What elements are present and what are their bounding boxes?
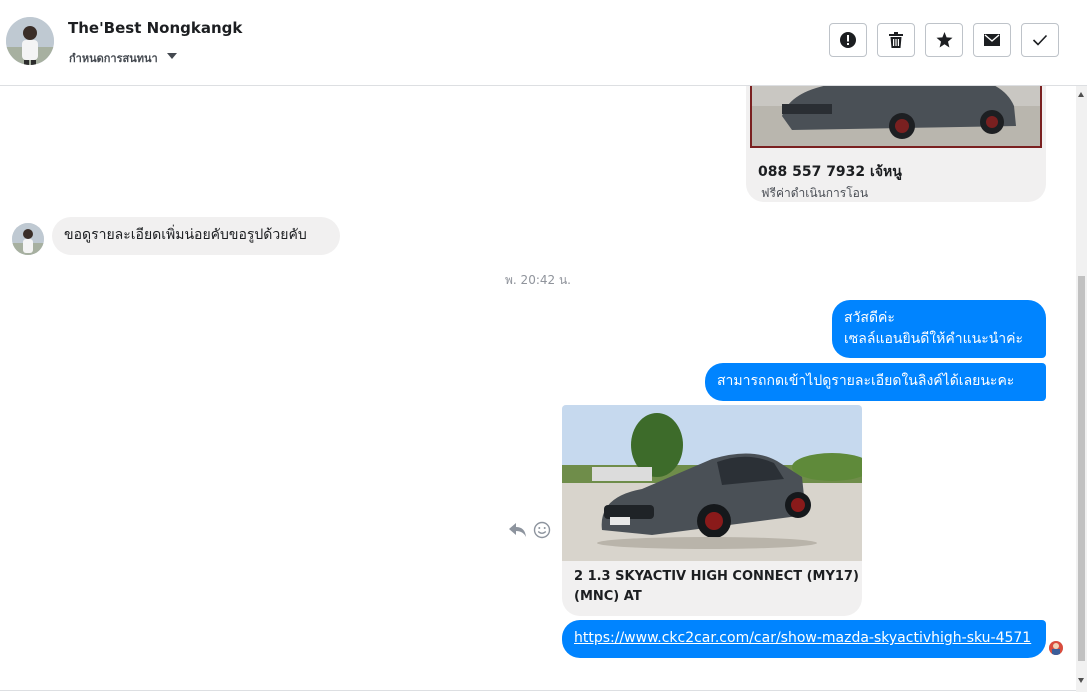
outgoing-message[interactable]: สามารถกดเข้าไปดูรายละเอียดในลิงค์ได้เลยน…	[705, 363, 1046, 401]
exclamation-circle-icon	[840, 32, 856, 48]
car-photo[interactable]	[750, 86, 1042, 148]
car-listing-card-previous[interactable]: 088 557 7932 เจ้หนู ฟรีค่าดำเนินการโอน	[746, 86, 1046, 202]
outgoing-message[interactable]: สวัสดีค่ะ เซลล์แอนยินดีให้คำแนะนำค่ะ	[832, 300, 1046, 358]
message-timestamp: พ. 20:42 น.	[505, 273, 571, 287]
delete-button[interactable]	[877, 23, 915, 57]
car-photo[interactable]	[562, 405, 862, 561]
message-thread[interactable]: 088 557 7932 เจ้หนู ฟรีค่าดำเนินการโอน ข…	[0, 86, 1076, 692]
message-line: สวัสดีค่ะ	[844, 310, 895, 326]
star-icon	[936, 32, 952, 48]
card-title-line: (MNC) AT	[574, 589, 642, 604]
scroll-up-arrow-icon[interactable]	[1078, 92, 1084, 97]
divider	[0, 690, 1076, 691]
contact-avatar[interactable]	[6, 17, 54, 65]
mark-unread-button[interactable]	[973, 23, 1011, 57]
card-title: 088 557 7932 เจ้หนู	[758, 164, 902, 180]
message-line: เซลล์แอนยินดีให้คำแนะนำค่ะ	[844, 331, 1024, 347]
car-listing-card[interactable]: 2 1.3 SKYACTIV HIGH CONNECT (MY17) (MNC)…	[562, 405, 862, 616]
chevron-down-icon[interactable]	[167, 53, 177, 59]
scrollbar-thumb[interactable]	[1078, 276, 1085, 661]
seen-indicator-avatar	[1049, 641, 1063, 655]
contact-avatar-small[interactable]	[12, 223, 44, 255]
incoming-message[interactable]: ขอดูรายละเอียดเพิ่มน่อยคับขอรูปด้วยคับ	[52, 217, 340, 255]
chat-scrollbar[interactable]	[1076, 86, 1087, 692]
star-button[interactable]	[925, 23, 963, 57]
checkmark-icon	[1032, 34, 1048, 46]
mark-spam-button[interactable]	[829, 23, 867, 57]
conversation-header: The'Best Nongkangk กำหนดการสนทนา	[0, 0, 1087, 86]
card-title-line: 2 1.3 SKYACTIV HIGH CONNECT (MY17)	[574, 569, 859, 584]
trash-icon	[889, 32, 903, 48]
conversation-settings-label[interactable]: กำหนดการสนทนา	[69, 49, 158, 67]
contact-name[interactable]: The'Best Nongkangk	[68, 19, 242, 37]
reply-icon[interactable]	[509, 522, 527, 542]
card-subtitle: ฟรีค่าดำเนินการโอน	[761, 186, 869, 200]
smiley-icon[interactable]	[533, 521, 551, 543]
message-link[interactable]: https://www.ckc2car.com/car/show-mazda-s…	[574, 630, 1031, 646]
envelope-icon	[984, 34, 1000, 46]
mark-done-button[interactable]	[1021, 23, 1059, 57]
scroll-down-arrow-icon[interactable]	[1078, 678, 1084, 683]
outgoing-link-message[interactable]: https://www.ckc2car.com/car/show-mazda-s…	[562, 620, 1046, 658]
